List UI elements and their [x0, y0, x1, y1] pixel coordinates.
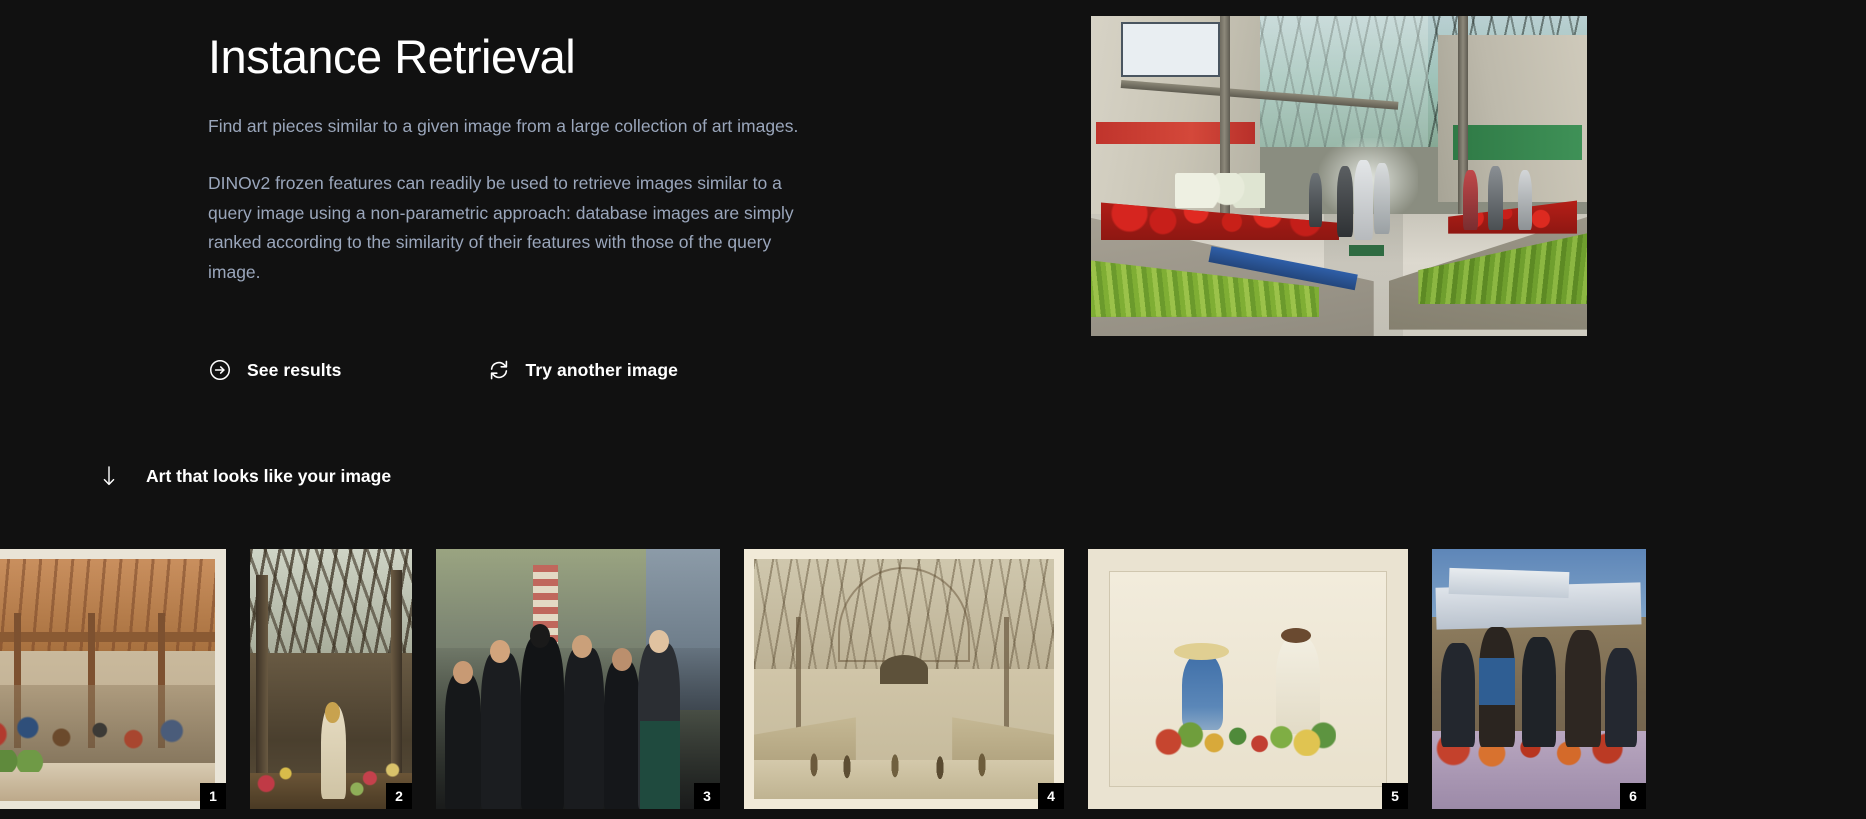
result-rank-badge: 2 — [386, 783, 412, 809]
result-artwork — [0, 549, 226, 809]
result-rank-badge: 4 — [1038, 783, 1064, 809]
result-artwork — [1432, 549, 1646, 809]
refresh-icon — [487, 358, 511, 382]
hero-lead-text: Find art pieces similar to a given image… — [208, 116, 799, 137]
result-card[interactable]: 2 — [250, 549, 412, 809]
instance-retrieval-page: Instance Retrieval Find art pieces simil… — [0, 0, 1866, 819]
result-artwork — [436, 549, 720, 809]
result-artwork — [1088, 549, 1408, 809]
result-card[interactable]: 3 — [436, 549, 720, 809]
result-artwork — [250, 549, 412, 809]
result-rank-badge: 6 — [1620, 783, 1646, 809]
arrow-down-icon — [100, 465, 118, 487]
result-card[interactable]: 4 — [744, 549, 1064, 809]
arrow-right-circle-icon — [208, 358, 232, 382]
try-another-image-button[interactable]: Try another image — [487, 358, 678, 382]
result-card[interactable]: 1 — [0, 549, 226, 809]
result-rank-badge: 3 — [694, 783, 720, 809]
hero-actions: See results Try another image — [208, 358, 678, 382]
query-image — [1091, 16, 1587, 336]
results-section-heading: Art that looks like your image — [100, 465, 391, 487]
result-rank-badge: 5 — [1382, 783, 1408, 809]
see-results-button[interactable]: See results — [208, 358, 342, 382]
result-artwork — [744, 549, 1064, 809]
hero-text-block: Instance Retrieval Find art pieces simil… — [208, 30, 828, 287]
result-rank-badge: 1 — [200, 783, 226, 809]
result-card[interactable]: 6 — [1432, 549, 1646, 809]
see-results-label: See results — [247, 359, 342, 380]
hero-description-text: DINOv2 frozen features can readily be us… — [208, 173, 794, 282]
page-title: Instance Retrieval — [208, 30, 576, 83]
try-another-image-label: Try another image — [525, 359, 678, 380]
results-section-title: Art that looks like your image — [146, 465, 392, 486]
results-strip: 1 2 3 4 5 6 — [0, 549, 1866, 819]
query-image-container[interactable] — [1091, 16, 1587, 336]
result-card[interactable]: 5 — [1088, 549, 1408, 809]
